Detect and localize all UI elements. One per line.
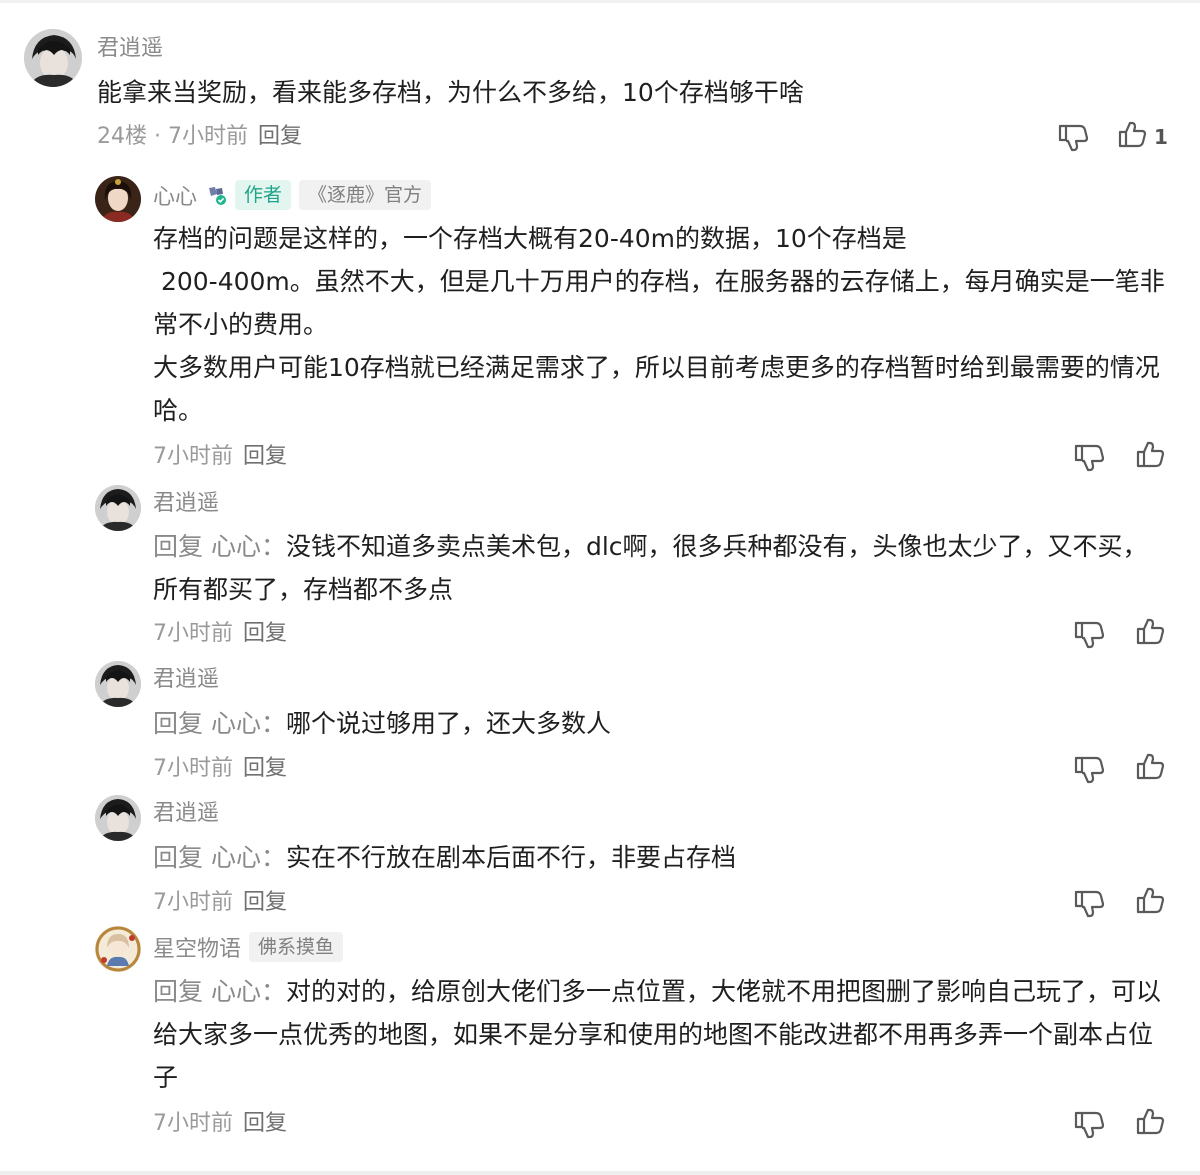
- avatar[interactable]: [95, 926, 141, 972]
- reply-author-row: 心心 作者 《逐鹿》官方: [153, 179, 432, 211]
- thumbs-down-icon: [1074, 621, 1105, 649]
- comment-meta: 24楼 · 7小时前 回复: [97, 122, 302, 152]
- official-tag: 《逐鹿》官方: [299, 180, 432, 210]
- reply-text: 回复 心心：没钱不知道多卖点美术包，dlc啊，很多兵种都没有，头像也太少了，又不…: [153, 525, 1153, 611]
- like-button[interactable]: [1134, 750, 1168, 784]
- reply-button[interactable]: 回复: [258, 124, 302, 149]
- avatar-image: [95, 926, 141, 972]
- avatar-image: [95, 795, 141, 841]
- like-button[interactable]: [1134, 615, 1168, 649]
- reply-time: 7小时前: [153, 890, 233, 915]
- reply-text: 回复 心心：哪个说过够用了，还大多数人: [153, 702, 1153, 745]
- reply-author-name[interactable]: 星空物语: [153, 931, 241, 963]
- reply-prefix: 回复: [153, 843, 204, 872]
- reply-item: 君逍遥 回复 心心：没钱不知道多卖点美术包，dlc啊，很多兵种都没有，头像也太少…: [0, 480, 1200, 658]
- reply-meta: 7小时前 回复: [153, 888, 287, 918]
- bottom-divider: [0, 1171, 1200, 1175]
- reply-prefix: 回复: [153, 532, 204, 561]
- reply-body: 没钱不知道多卖点美术包，dlc啊，很多兵种都没有，头像也太少了，又不买，所有都买…: [153, 532, 1148, 604]
- dislike-button[interactable]: [1072, 1107, 1106, 1141]
- dislike-button[interactable]: [1072, 617, 1106, 651]
- thumbs-up-icon: [1136, 618, 1165, 645]
- like-button[interactable]: [1134, 884, 1168, 918]
- thumbs-up-icon: [1136, 753, 1165, 780]
- reply-item: 星空物语 佛系摸鱼 回复 心心：对的对的，给原创大佬们多一点位置，大佬就不用把图…: [0, 926, 1200, 1166]
- like-button[interactable]: [1134, 1105, 1168, 1139]
- reply-button[interactable]: 回复: [243, 621, 287, 646]
- thumbs-down-icon: [1074, 756, 1105, 784]
- reply-target-user[interactable]: 心心：: [211, 532, 286, 561]
- thumbs-up-icon: [1136, 887, 1165, 914]
- reply-meta: 7小时前 回复: [153, 619, 287, 649]
- reply-target-user[interactable]: 心心：: [211, 843, 286, 872]
- avatar[interactable]: [95, 661, 141, 707]
- reply-button[interactable]: 回复: [243, 444, 287, 469]
- avatar-image: [95, 661, 141, 707]
- thumbs-up-icon: [1136, 441, 1165, 468]
- reply-time: 7小时前: [153, 621, 233, 646]
- reply-time: 7小时前: [153, 1111, 233, 1136]
- reply-author-name[interactable]: 君逍遥: [153, 489, 219, 519]
- reply-time: 7小时前: [153, 756, 233, 781]
- avatar[interactable]: [95, 176, 141, 222]
- reply-body: 对的对的，给原创大佬们多一点位置，大佬就不用把图删了影响自己玩了，可以给大家多一…: [153, 977, 1161, 1092]
- user-title-tag: 佛系摸鱼: [249, 932, 344, 962]
- reply-meta: 7小时前 回复: [153, 1109, 287, 1139]
- reply-text: 回复 心心：实在不行放在剧本后面不行，非要占存档: [153, 836, 1153, 879]
- dislike-button[interactable]: [1072, 440, 1106, 474]
- reply-author-name[interactable]: 心心: [153, 179, 197, 211]
- thumbs-down-icon: [1058, 124, 1089, 152]
- reply-prefix: 回复: [153, 709, 204, 738]
- reply-body: 实在不行放在剧本后面不行，非要占存档: [285, 843, 736, 872]
- reply-item: 君逍遥 回复 心心：哪个说过够用了，还大多数人 7小时前 回复: [0, 658, 1200, 792]
- avatar[interactable]: [95, 795, 141, 841]
- thumbs-down-icon: [1074, 890, 1105, 918]
- reply-text: 回复 心心：对的对的，给原创大佬们多一点位置，大佬就不用把图删了影响自己玩了，可…: [153, 970, 1168, 1099]
- reply-meta: 7小时前 回复: [153, 442, 287, 472]
- avatar-image: [95, 485, 141, 531]
- reply-button[interactable]: 回复: [243, 1111, 287, 1136]
- reply-time: 7小时前: [153, 444, 233, 469]
- avatar[interactable]: [95, 485, 141, 531]
- like-button[interactable]: [1116, 118, 1150, 152]
- like-count: 1: [1154, 125, 1168, 149]
- floor-and-time: 24楼 · 7小时前: [97, 124, 248, 149]
- comment-author-name[interactable]: 君逍遥: [97, 34, 163, 64]
- reply-text: 存档的问题是这样的，一个存档大概有20-40m的数据，10个存档是 200-40…: [153, 224, 1165, 425]
- reply-author-name[interactable]: 君逍遥: [153, 799, 219, 829]
- author-tag: 作者: [235, 180, 292, 210]
- reply-author-name[interactable]: 君逍遥: [153, 665, 219, 695]
- reply-item: 心心 作者 《逐鹿》官方 存档的问题是这样的，一个存档大概有20-40m的数据，…: [0, 170, 1200, 480]
- reply-target-user[interactable]: 心心：: [211, 977, 286, 1006]
- reply-target-user[interactable]: 心心：: [211, 709, 286, 738]
- dislike-button[interactable]: [1056, 120, 1090, 154]
- reply-meta: 7小时前 回复: [153, 754, 287, 784]
- reply-body: 哪个说过够用了，还大多数人: [285, 709, 611, 738]
- avatar-image: [24, 29, 82, 87]
- thumbs-up-icon: [1136, 1108, 1165, 1135]
- like-button[interactable]: [1134, 438, 1168, 472]
- verified-check-icon: [209, 187, 227, 205]
- thumbs-up-icon: [1118, 121, 1147, 148]
- thumbs-down-icon: [1074, 1111, 1105, 1139]
- dislike-button[interactable]: [1072, 886, 1106, 920]
- thumbs-down-icon: [1074, 444, 1105, 472]
- avatar[interactable]: [24, 29, 82, 87]
- reply-item: 君逍遥 回复 心心：实在不行放在剧本后面不行，非要占存档 7小时前 回复: [0, 792, 1200, 926]
- reply-prefix: 回复: [153, 977, 204, 1006]
- reply-button[interactable]: 回复: [243, 756, 287, 781]
- reply-author-row: 星空物语 佛系摸鱼: [153, 931, 344, 963]
- avatar-image: [95, 176, 141, 222]
- comment-text: 能拿来当奖励，看来能多存档，为什么不多给，10个存档够干啥: [97, 78, 804, 107]
- top-comment: 君逍遥 能拿来当奖励，看来能多存档，为什么不多给，10个存档够干啥 24楼 · …: [0, 0, 1200, 170]
- dislike-button[interactable]: [1072, 752, 1106, 786]
- reply-button[interactable]: 回复: [243, 890, 287, 915]
